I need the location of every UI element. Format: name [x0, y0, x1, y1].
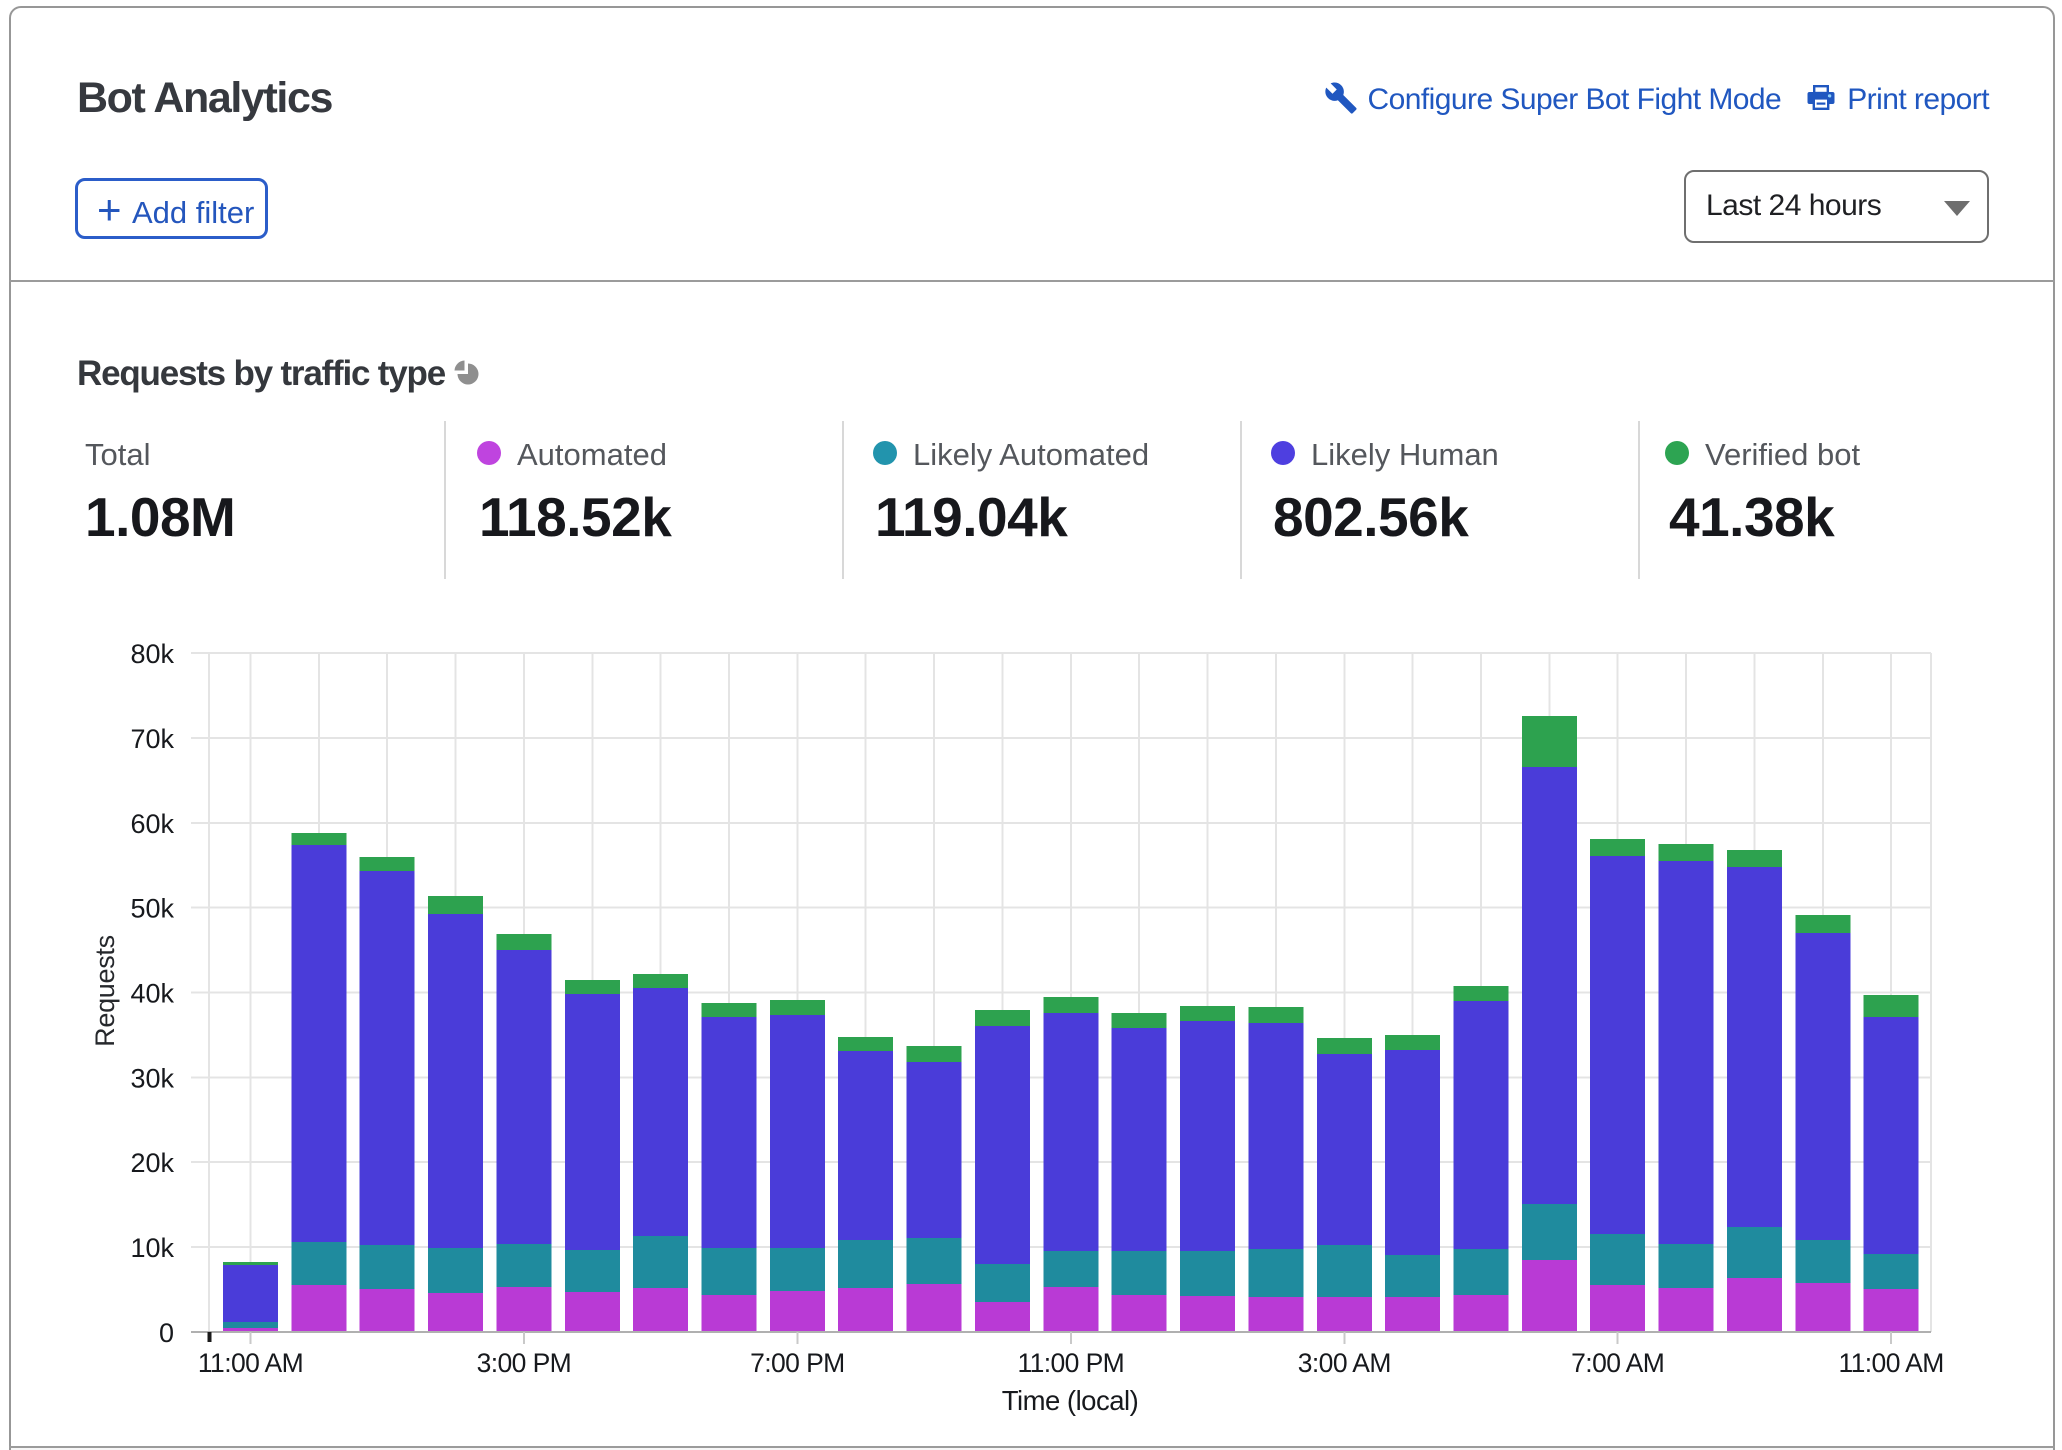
svg-text:40k: 40k	[130, 979, 174, 1009]
svg-text:80k: 80k	[130, 639, 174, 669]
svg-text:11:00 PM: 11:00 PM	[1017, 1348, 1124, 1378]
svg-text:70k: 70k	[130, 724, 174, 754]
svg-text:3:00 PM: 3:00 PM	[477, 1348, 572, 1378]
svg-text:20k: 20k	[130, 1148, 174, 1178]
svg-text:60k: 60k	[130, 809, 174, 839]
svg-text:Time (local): Time (local)	[1002, 1385, 1139, 1416]
svg-text:7:00 PM: 7:00 PM	[750, 1348, 845, 1378]
svg-text:Requests: Requests	[90, 935, 120, 1047]
svg-text:0: 0	[159, 1318, 174, 1348]
svg-text:11:00 AM: 11:00 AM	[1838, 1348, 1943, 1378]
svg-text:30k: 30k	[130, 1063, 174, 1093]
svg-text:10k: 10k	[130, 1233, 174, 1263]
svg-text:11:00 AM: 11:00 AM	[198, 1348, 303, 1378]
svg-text:50k: 50k	[130, 894, 174, 924]
svg-text:7:00 AM: 7:00 AM	[1571, 1348, 1664, 1378]
svg-text:3:00 AM: 3:00 AM	[1298, 1348, 1391, 1378]
